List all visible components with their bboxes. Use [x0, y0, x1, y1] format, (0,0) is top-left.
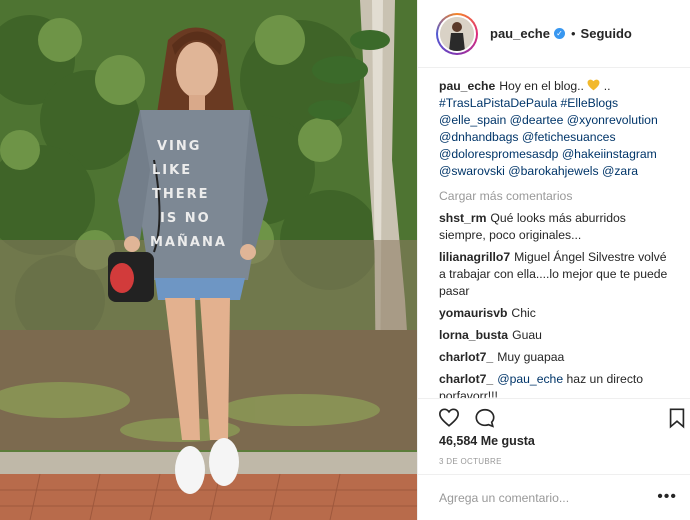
comment-item: charlot7_ Muy guapaa	[439, 349, 673, 366]
comment-username[interactable]: lilianagrillo7	[439, 250, 510, 264]
comment-username[interactable]: lorna_busta	[439, 328, 508, 342]
sweater-text-line-2: LIKE	[152, 163, 192, 178]
follow-status-button[interactable]: Seguido	[581, 26, 632, 41]
sweater-text-line-1: VING	[157, 139, 201, 154]
comment-item: lilianagrillo7 Miguel Ángel Silvestre vol…	[439, 249, 673, 300]
caption-tag[interactable]: @fetichesuances	[522, 130, 616, 144]
avatar-image	[440, 16, 474, 51]
more-options-button[interactable]: •••	[657, 488, 677, 506]
post-side-panel: pau_eche ✓ • Seguido pau_eche Hoy en el b…	[417, 0, 690, 520]
likes-count[interactable]: 46,584 Me gusta	[439, 434, 535, 448]
comment-username[interactable]: charlot7_	[439, 350, 493, 364]
post-date: 3 DE OCTUBRE	[439, 457, 502, 466]
story-ring[interactable]	[436, 12, 478, 55]
caption-tag[interactable]: @zara	[602, 164, 638, 178]
caption-tag[interactable]: @barokahjewels	[508, 164, 598, 178]
comment-item: shst_rm Qué looks más aburridos siempre, …	[439, 210, 673, 244]
caption-tag[interactable]: @dolorespromesasdp	[439, 147, 558, 161]
caption-tag[interactable]: #ElleBlogs	[561, 96, 619, 110]
header-separator: •	[570, 26, 576, 41]
load-more-comments-link[interactable]: Cargar más comentarios	[439, 188, 673, 205]
caption-tag[interactable]: @swarovski	[439, 164, 505, 178]
caption-tag[interactable]: #TrasLaPistaDePaula	[439, 96, 557, 110]
yellow-heart-icon	[587, 79, 600, 91]
comment-text: Guau	[512, 328, 542, 342]
post-caption: pau_eche Hoy en el blog.. .. #TrasLaPista…	[439, 78, 673, 180]
comment-username[interactable]: shst_rm	[439, 211, 486, 225]
caption-text: Hoy en el blog..	[499, 79, 584, 93]
comment-item: charlot7_ @pau_eche haz un directo porfav…	[439, 371, 673, 398]
post-photo[interactable]: VING LIKE THERE IS NO MAÑANA	[0, 0, 417, 520]
avatar[interactable]	[438, 14, 476, 53]
caption-tag[interactable]: @elle_spain	[439, 113, 506, 127]
bookmark-icon[interactable]	[666, 407, 688, 429]
comment-text: Chic	[511, 306, 536, 320]
heart-outline-icon[interactable]	[438, 407, 460, 429]
verified-badge-icon: ✓	[553, 28, 565, 39]
comment-username[interactable]: charlot7_	[439, 372, 493, 386]
comment-input[interactable]	[439, 490, 619, 505]
action-bar	[418, 398, 690, 432]
sweater-text-line-4: IS NO	[160, 211, 211, 226]
caption-tag[interactable]: @deartee	[510, 113, 564, 127]
post-header: pau_eche ✓ • Seguido	[418, 0, 690, 68]
caption-tag[interactable]: @xyonrevolution	[567, 113, 658, 127]
comments-list[interactable]: pau_eche Hoy en el blog.. .. #TrasLaPista…	[418, 68, 690, 398]
comment-item: lorna_busta Guau	[439, 327, 673, 344]
caption-tag[interactable]: @dnhandbags	[439, 130, 518, 144]
comment-mention[interactable]: @pau_eche	[497, 372, 563, 386]
caption-tag[interactable]: @hakeiinstagram	[562, 147, 657, 161]
caption-suffix: ..	[603, 79, 611, 93]
sweater-text-line-3: THERE	[152, 187, 210, 202]
speech-bubble-icon[interactable]	[474, 407, 496, 429]
comment-item: yomaurisvb Chic	[439, 305, 673, 322]
caption-username[interactable]: pau_eche	[439, 79, 495, 93]
comment-text: Muy guapaa	[497, 350, 565, 364]
sweater-text-line-5: MAÑANA	[150, 234, 227, 250]
post-photo-illustration: VING LIKE THERE IS NO MAÑANA	[0, 0, 417, 520]
comment-username[interactable]: yomaurisvb	[439, 306, 507, 320]
comment-bar: •••	[418, 474, 690, 520]
header-username[interactable]: pau_eche	[490, 26, 550, 41]
